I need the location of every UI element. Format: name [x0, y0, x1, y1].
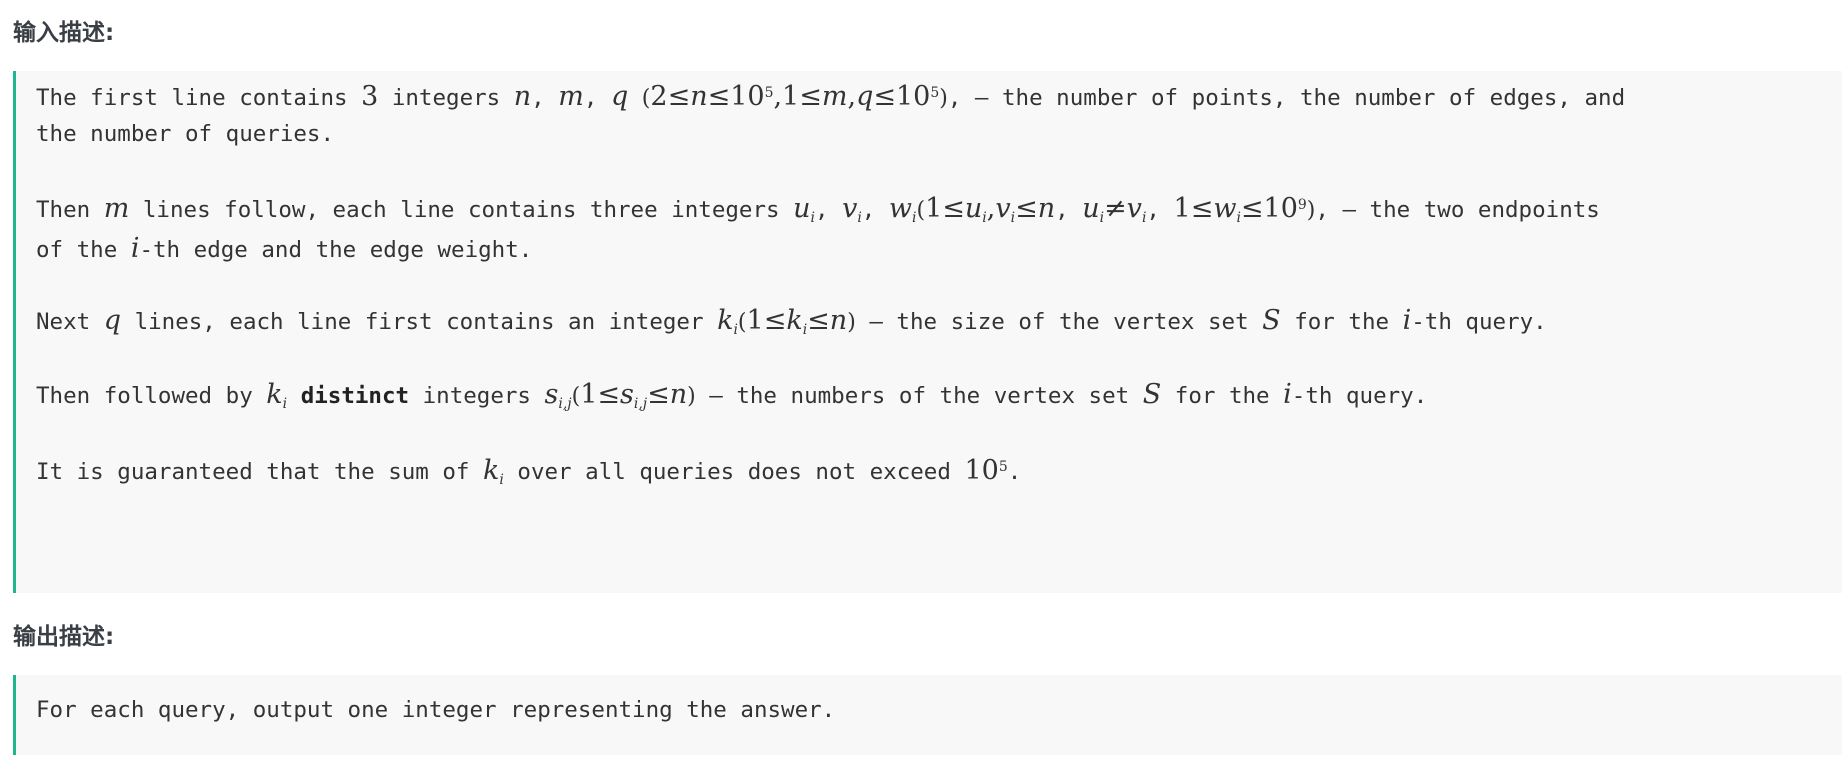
distinct-emphasis: distinct: [300, 383, 410, 409]
input-paragraph-2-line-2: of the i-th edge and the edge weight.: [36, 233, 533, 264]
input-description-heading: 输入描述:: [13, 20, 115, 46]
input-paragraph-3: Next q lines, each line first contains a…: [36, 305, 1547, 338]
output-description-heading: 输出描述:: [13, 624, 115, 650]
problem-io-description: 输入描述: The first line contains 3 integers…: [0, 0, 1842, 763]
input-paragraph-1-line-2: the number of queries.: [36, 121, 335, 147]
output-description-box: For each query, output one integer repre…: [13, 675, 1842, 755]
input-paragraph-5: It is guaranteed that the sum of ki over…: [36, 455, 1022, 488]
input-paragraph-4: Then followed by ki distinct integers si…: [36, 379, 1428, 412]
input-paragraph-2-line-1: Then m lines follow, each line contains …: [36, 193, 1600, 226]
output-paragraph: For each query, output one integer repre…: [36, 697, 836, 723]
input-description-box: The first line contains 3 integers n, m,…: [13, 71, 1842, 593]
input-paragraph-1-line-1: The first line contains 3 integers n, m,…: [36, 81, 1626, 112]
